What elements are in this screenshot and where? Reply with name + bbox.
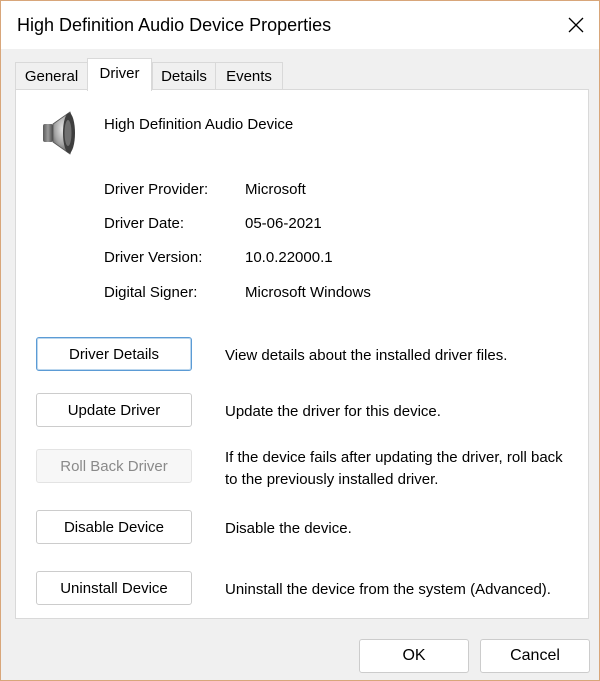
- driver-version-value: 10.0.22000.1: [245, 249, 333, 266]
- tab-events[interactable]: Events: [215, 62, 283, 89]
- driver-details-description: View details about the installed driver …: [225, 347, 508, 364]
- tab-driver[interactable]: Driver: [87, 58, 152, 91]
- tab-details[interactable]: Details: [152, 62, 216, 89]
- update-driver-button[interactable]: Update Driver: [36, 393, 192, 427]
- driver-provider-value: Microsoft: [245, 181, 306, 198]
- driver-panel: High Definition Audio Device Driver Prov…: [15, 89, 589, 619]
- speaker-icon: [43, 111, 75, 155]
- close-icon: [568, 17, 584, 33]
- digital-signer-label: Digital Signer:: [104, 284, 198, 301]
- uninstall-device-description: Uninstall the device from the system (Ad…: [225, 581, 551, 598]
- uninstall-device-button[interactable]: Uninstall Device: [36, 571, 192, 605]
- cancel-button[interactable]: Cancel: [480, 639, 590, 673]
- properties-window: High Definition Audio Device Properties …: [0, 0, 600, 681]
- close-button[interactable]: [553, 1, 599, 49]
- window-title: High Definition Audio Device Properties: [17, 15, 332, 35]
- tab-general[interactable]: General: [15, 62, 88, 89]
- digital-signer-value: Microsoft Windows: [245, 284, 371, 301]
- roll-back-driver-description: If the device fails after updating the d…: [225, 449, 563, 488]
- roll-back-driver-button[interactable]: Roll Back Driver: [36, 449, 192, 483]
- driver-details-button[interactable]: Driver Details: [36, 337, 192, 371]
- disable-device-description: Disable the device.: [225, 520, 352, 537]
- driver-version-label: Driver Version:: [104, 249, 203, 266]
- title-bar: High Definition Audio Device Properties: [1, 1, 599, 49]
- ok-button[interactable]: OK: [359, 639, 469, 673]
- update-driver-description: Update the driver for this device.: [225, 403, 441, 420]
- device-name: High Definition Audio Device: [104, 116, 294, 133]
- driver-provider-label: Driver Provider:: [104, 181, 209, 198]
- disable-device-button[interactable]: Disable Device: [36, 510, 192, 544]
- driver-date-label: Driver Date:: [104, 215, 185, 232]
- driver-date-value: 05-06-2021: [245, 215, 322, 232]
